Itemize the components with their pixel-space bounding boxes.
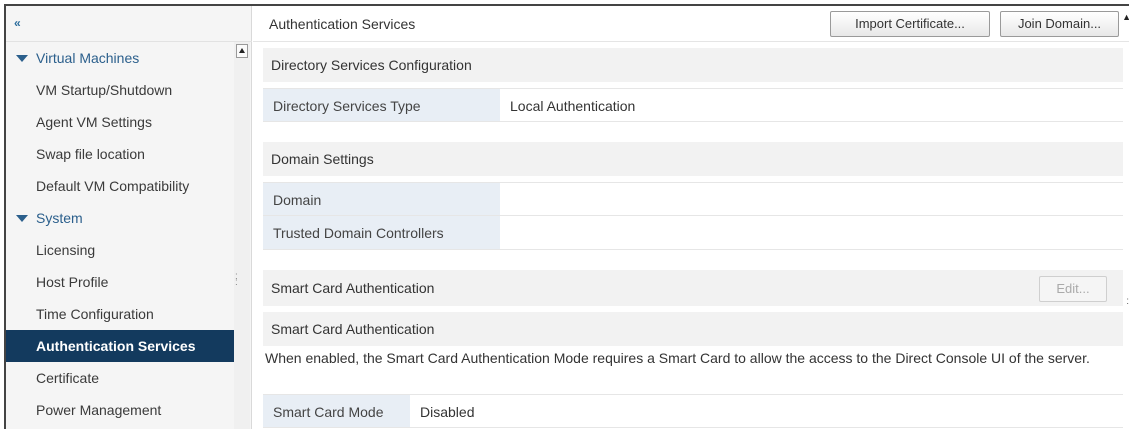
trusted-domain-controllers-label: Trusted Domain Controllers [263,216,500,249]
domain-label: Domain [263,183,500,215]
sidebar-item-label: Authentication Services [36,338,196,354]
smart-card-mode-value: Disabled [420,404,475,420]
expand-triangle-icon[interactable] [16,55,28,62]
smart-card-mode-row: Smart Card Mode Disabled [263,394,1123,428]
sidebar-item-power-management[interactable]: Power Management [6,394,234,426]
sidebar-item-host-profile[interactable]: Host Profile [6,266,234,298]
directory-services-type-value: Local Authentication [510,98,636,114]
page-header: Authentication Services Import Certifica… [253,6,1129,42]
directory-services-section-header: Directory Services Configuration [263,48,1123,82]
sidebar: « Virtual Machines VM Startup/Shutdown A… [6,6,252,429]
sidebar-scrollbar[interactable] [234,42,250,429]
splitter-grip-icon[interactable]: :: [235,272,238,288]
smart-card-subsection-header: Smart Card Authentication [263,312,1123,346]
sidebar-item-label: Power Management [36,402,162,418]
smart-card-section-header: Smart Card Authentication [263,270,1123,306]
scroll-up-arrow-icon[interactable]: ▲ [1122,12,1129,22]
sidebar-item-certificate[interactable]: Certificate [6,362,234,394]
sidebar-item-licensing[interactable]: Licensing [6,234,234,266]
sidebar-item-time-configuration[interactable]: Time Configuration [6,298,234,330]
sidebar-item-label: Time Configuration [36,306,154,322]
sidebar-item-label: VM Startup/Shutdown [36,82,173,98]
smart-card-section-title: Smart Card Authentication [271,280,435,296]
collapse-double-chevron-icon[interactable]: « [14,16,20,30]
join-domain-button[interactable]: Join Domain... [1000,11,1119,37]
sidebar-item-label: Swap file location [36,146,145,162]
import-certificate-button[interactable]: Import Certificate... [830,11,990,37]
sidebar-item-default-vm-compatibility[interactable]: Default VM Compatibility [6,170,234,202]
sidebar-group-virtual-machines[interactable]: Virtual Machines [6,42,234,74]
trusted-domain-controllers-row: Trusted Domain Controllers [263,216,1123,250]
smart-card-mode-label: Smart Card Mode [263,395,410,427]
sidebar-item-label: Agent VM Settings [36,114,152,130]
resize-grip-icon: : [1126,296,1129,307]
sidebar-item-label: System [36,210,83,226]
sidebar-group-system[interactable]: System [6,202,234,234]
sidebar-item-label: Certificate [36,370,100,386]
sidebar-item-label: Licensing [36,242,96,258]
sidebar-item-vm-startup-shutdown[interactable]: VM Startup/Shutdown [6,74,234,106]
smart-card-description: When enabled, the Smart Card Authenticat… [265,350,1090,366]
page-title: Authentication Services [269,16,416,32]
app-frame: « Virtual Machines VM Startup/Shutdown A… [4,4,1129,429]
edit-button[interactable]: Edit... [1039,276,1107,302]
sidebar-item-label: Default VM Compatibility [36,178,190,194]
domain-row: Domain [263,182,1123,216]
domain-settings-section-header: Domain Settings [263,142,1123,176]
sidebar-item-authentication-services[interactable]: Authentication Services [6,330,234,362]
directory-services-type-label: Directory Services Type [263,89,500,121]
sidebar-item-agent-vm-settings[interactable]: Agent VM Settings [6,106,234,138]
directory-services-type-row: Directory Services Type Local Authentica… [263,88,1123,122]
sidebar-collapse-bar: « [6,6,252,42]
scroll-up-arrow-icon[interactable] [236,44,248,58]
expand-triangle-icon[interactable] [16,215,28,222]
main-panel: Authentication Services Import Certifica… [253,6,1129,429]
sidebar-item-label: Host Profile [36,274,109,290]
sidebar-item-swap-file-location[interactable]: Swap file location [6,138,234,170]
sidebar-item-label: Virtual Machines [36,50,140,66]
